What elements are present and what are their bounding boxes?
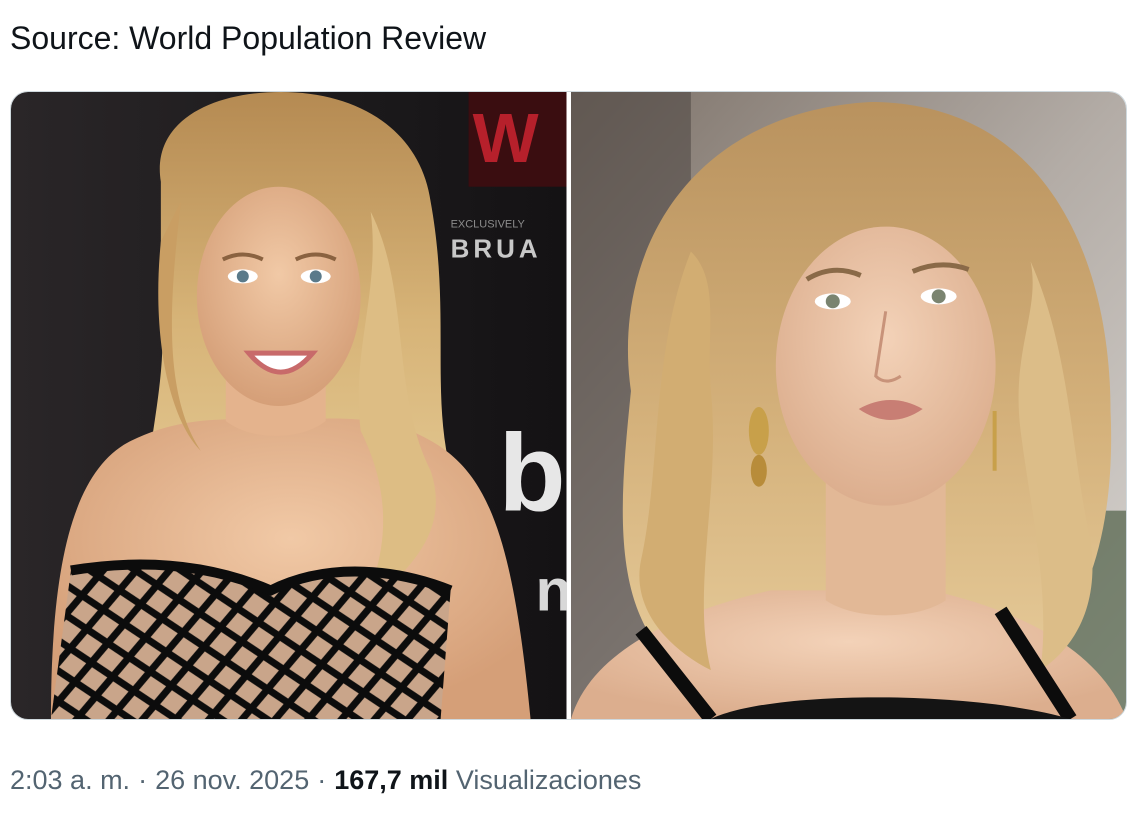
media-grid: W EXCLUSIVELY BRUA b n	[10, 91, 1127, 720]
tweet-metadata: 2:03 a. m. · 26 nov. 2025 · 167,7 mil Visual…	[10, 756, 641, 804]
views-count: 167,7 mil	[334, 765, 449, 795]
backdrop-text: BRUA	[451, 235, 542, 263]
media-photo-left[interactable]: W EXCLUSIVELY BRUA b n	[11, 92, 567, 719]
portrait-photo-left: W EXCLUSIVELY BRUA b n	[11, 92, 567, 719]
tweet-text: Source: World Population Review	[10, 20, 487, 56]
svg-text:n: n	[536, 556, 567, 623]
backdrop-small-text: EXCLUSIVELY	[451, 219, 526, 231]
tweet-timestamp-link[interactable]: 2:03 a. m. · 26 nov. 2025	[10, 765, 309, 795]
separator-dot: ·	[317, 765, 327, 795]
tweet-time: 2:03 a. m.	[10, 765, 131, 795]
tweet-date: 26 nov. 2025	[155, 765, 310, 795]
svg-text:W: W	[473, 99, 539, 177]
media-photo-right[interactable]	[570, 92, 1126, 719]
svg-text:b: b	[499, 413, 566, 535]
portrait-photo-right	[570, 92, 1126, 719]
separator-dot: ·	[138, 765, 148, 795]
views-label: Visualizaciones	[455, 765, 642, 795]
